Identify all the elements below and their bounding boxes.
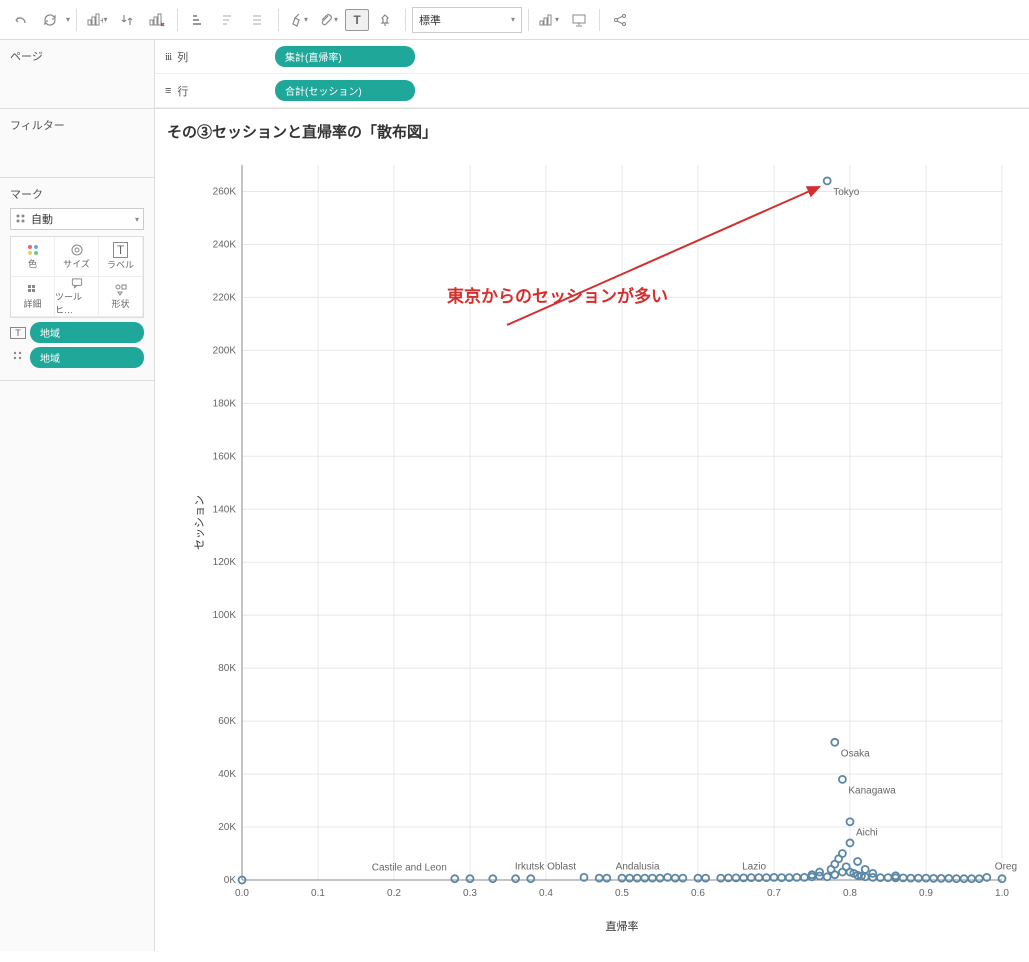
sort-asc-button[interactable] bbox=[184, 6, 212, 34]
marks-panel: マーク 自動 ▾ 色 サイズ Tラベル 詳細 ツールヒ… 形状 T 地域 地域 bbox=[0, 178, 154, 381]
color-card[interactable]: 色 bbox=[11, 237, 55, 277]
scatter-plot[interactable]: 0K 20K 40K 60K 80K 100K 120K 140K 160K 180K 200K 22… bbox=[187, 150, 1017, 950]
rows-pill[interactable]: 合計(セッション) bbox=[275, 80, 415, 101]
sort-desc-button[interactable] bbox=[214, 6, 242, 34]
shape-card[interactable]: 形状 bbox=[99, 277, 143, 317]
fit-label: 標準 bbox=[419, 12, 441, 28]
detail-pill-row[interactable]: 地域 bbox=[10, 347, 144, 368]
marks-type-label: 自動 bbox=[31, 211, 53, 227]
svg-text:直帰率: 直帰率 bbox=[606, 919, 639, 933]
svg-text:1.0: 1.0 bbox=[995, 888, 1009, 899]
sidebar: ページ フィルター マーク 自動 ▾ 色 サイズ Tラベル 詳細 ツールヒ… 形… bbox=[0, 40, 155, 951]
fit-dropdown[interactable]: 標準▾ bbox=[412, 7, 522, 33]
svg-text:Irkutsk Oblast: Irkutsk Oblast bbox=[515, 861, 576, 872]
svg-text:0.8: 0.8 bbox=[843, 888, 857, 899]
text-icon: T bbox=[10, 327, 26, 339]
detail-card[interactable]: 詳細 bbox=[11, 277, 55, 317]
svg-text:220K: 220K bbox=[213, 292, 237, 303]
svg-text:180K: 180K bbox=[213, 398, 237, 409]
svg-text:0.4: 0.4 bbox=[539, 888, 553, 899]
add-chart-button[interactable]: +▾ bbox=[83, 6, 111, 34]
svg-text:0.7: 0.7 bbox=[767, 888, 781, 899]
tooltip-card[interactable]: ツールヒ… bbox=[55, 277, 99, 317]
columns-label: 列 bbox=[177, 49, 188, 65]
chart-title: その③セッションと直帰率の「散布図」 bbox=[167, 121, 1017, 142]
svg-text:Aichi: Aichi bbox=[856, 828, 878, 839]
marks-cards: 色 サイズ Tラベル 詳細 ツールヒ… 形状 bbox=[10, 236, 144, 318]
sort-clear-button[interactable] bbox=[244, 6, 272, 34]
rows-shelf[interactable]: ≡ 行 合計(セッション) bbox=[155, 74, 1029, 108]
label-pill-row[interactable]: T 地域 bbox=[10, 322, 144, 343]
svg-text:200K: 200K bbox=[213, 345, 237, 356]
svg-text:Osaka: Osaka bbox=[841, 748, 870, 759]
detail-pill[interactable]: 地域 bbox=[30, 347, 144, 368]
svg-text:0.5: 0.5 bbox=[615, 888, 629, 899]
columns-icon: iii bbox=[165, 51, 171, 63]
chart-area: その③セッションと直帰率の「散布図」 0K 20K 40K 60K 80K 100K 120… bbox=[155, 109, 1029, 962]
pages-panel: ページ bbox=[0, 40, 154, 109]
svg-text:120K: 120K bbox=[213, 557, 237, 568]
attach-button[interactable]: ▾ bbox=[315, 6, 343, 34]
columns-pill[interactable]: 集計(直帰率) bbox=[275, 46, 415, 67]
clear-chart-button[interactable] bbox=[143, 6, 171, 34]
svg-text:40K: 40K bbox=[218, 769, 236, 780]
swap-button[interactable] bbox=[113, 6, 141, 34]
filters-title: フィルター bbox=[10, 117, 144, 133]
svg-text:60K: 60K bbox=[218, 716, 236, 727]
present-button[interactable] bbox=[565, 6, 593, 34]
content-area: iii 列 集計(直帰率) ≡ 行 合計(セッション) その③セッションと直帰率の「… bbox=[155, 40, 1029, 951]
detail-icon bbox=[10, 350, 26, 365]
svg-text:0.2: 0.2 bbox=[387, 888, 401, 899]
svg-text:0.3: 0.3 bbox=[463, 888, 477, 899]
svg-text:260K: 260K bbox=[213, 186, 237, 197]
pin-button[interactable] bbox=[371, 6, 399, 34]
refresh-button[interactable] bbox=[36, 6, 64, 34]
svg-text:Oregon: Oregon bbox=[995, 861, 1017, 872]
text-tool-button[interactable]: T bbox=[345, 9, 369, 31]
svg-text:100K: 100K bbox=[213, 610, 237, 621]
svg-text:+: + bbox=[100, 16, 103, 27]
svg-text:0.9: 0.9 bbox=[919, 888, 933, 899]
share-button[interactable] bbox=[606, 6, 634, 34]
shelves: iii 列 集計(直帰率) ≡ 行 合計(セッション) bbox=[155, 40, 1029, 109]
highlight-button[interactable]: ▾ bbox=[285, 6, 313, 34]
size-card[interactable]: サイズ bbox=[55, 237, 99, 277]
rows-label: 行 bbox=[177, 83, 188, 99]
pages-title: ページ bbox=[10, 48, 144, 64]
show-me-button[interactable]: ▾ bbox=[535, 6, 563, 34]
columns-shelf[interactable]: iii 列 集計(直帰率) bbox=[155, 40, 1029, 74]
svg-text:セッション: セッション bbox=[193, 495, 206, 550]
svg-text:Lazio: Lazio bbox=[742, 861, 766, 872]
svg-text:Castile and Leon: Castile and Leon bbox=[372, 863, 447, 874]
svg-text:160K: 160K bbox=[213, 451, 237, 462]
toolbar: ▾ +▾ ▾ ▾ T 標準▾ ▾ bbox=[0, 0, 1029, 40]
svg-text:0.0: 0.0 bbox=[235, 888, 249, 899]
svg-text:80K: 80K bbox=[218, 663, 236, 674]
marks-title: マーク bbox=[10, 186, 144, 202]
svg-text:0.6: 0.6 bbox=[691, 888, 705, 899]
marks-type-select[interactable]: 自動 ▾ bbox=[10, 208, 144, 230]
svg-text:Tokyo: Tokyo bbox=[833, 187, 860, 198]
svg-text:Andalusia: Andalusia bbox=[616, 861, 660, 872]
svg-text:20K: 20K bbox=[218, 822, 236, 833]
svg-text:140K: 140K bbox=[213, 504, 237, 515]
filters-panel: フィルター bbox=[0, 109, 154, 178]
svg-text:240K: 240K bbox=[213, 239, 237, 250]
svg-text:0K: 0K bbox=[224, 875, 237, 886]
svg-text:0.1: 0.1 bbox=[311, 888, 325, 899]
label-pill[interactable]: 地域 bbox=[30, 322, 144, 343]
label-card[interactable]: Tラベル bbox=[99, 237, 143, 277]
annotation-text: 東京からのセッションが多い bbox=[447, 282, 668, 307]
svg-text:Kanagawa: Kanagawa bbox=[848, 785, 896, 796]
rows-icon: ≡ bbox=[165, 85, 171, 97]
undo-button[interactable] bbox=[6, 6, 34, 34]
